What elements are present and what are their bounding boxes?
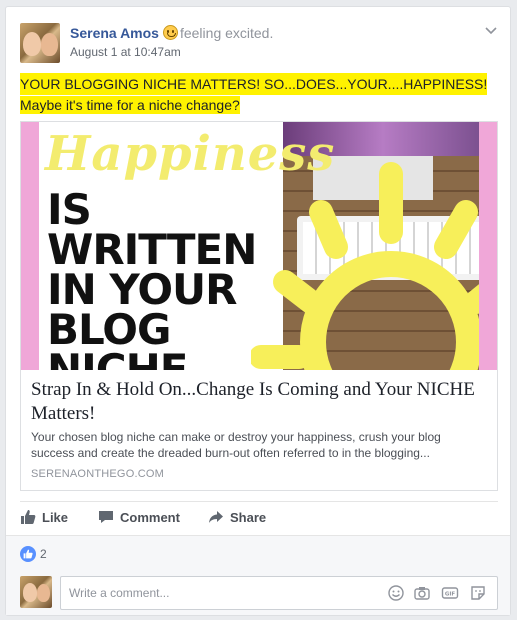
gif-icon[interactable]: GIF (441, 584, 459, 602)
like-reaction-icon (20, 546, 36, 562)
link-description: Your chosen blog niche can make or destr… (31, 430, 441, 460)
comment-label: Comment (120, 510, 180, 525)
action-bar: Like Comment Share (20, 505, 498, 533)
like-count: 2 (40, 547, 47, 561)
comment-input[interactable] (61, 577, 371, 609)
actions-divider (20, 501, 498, 502)
pink-border-left (21, 122, 39, 370)
sun-graphic (251, 162, 497, 370)
like-label: Like (42, 510, 69, 525)
share-label: Share (230, 510, 267, 525)
comment-box[interactable]: GIF (60, 576, 498, 610)
svg-text:GIF: GIF (445, 592, 456, 598)
comment-icon (99, 511, 113, 523)
post-footer: 2 GIF (6, 535, 510, 615)
emoji-icon[interactable] (387, 584, 405, 602)
chevron-down-icon[interactable] (484, 23, 498, 37)
reaction-summary[interactable]: 2 (20, 546, 47, 562)
post-timestamp[interactable]: August 1 at 10:47am (70, 45, 181, 59)
pink-border-right (479, 122, 497, 370)
share-button[interactable]: Share (208, 509, 266, 525)
link-preview[interactable]: Happiness IS WRITTEN IN YOUR BLOG NICHE … (20, 121, 498, 491)
author-name[interactable]: Serena Amos (70, 25, 159, 41)
link-domain: SERENAONTHEGO.COM (31, 468, 164, 480)
link-title[interactable]: Strap In & Hold On...Change Is Coming an… (31, 378, 487, 426)
author-avatar[interactable] (20, 23, 60, 63)
link-preview-image[interactable]: Happiness IS WRITTEN IN YOUR BLOG NICHE (21, 122, 497, 370)
commenter-avatar (20, 576, 52, 608)
like-button[interactable]: Like (20, 509, 68, 525)
share-icon (209, 511, 223, 523)
camera-icon[interactable] (413, 584, 431, 602)
sticker-icon[interactable] (469, 584, 487, 602)
like-icon (21, 510, 36, 524)
feeling-text: feeling excited. (179, 25, 274, 41)
image-script-text: Happiness (45, 126, 336, 182)
post-card: Serena Amos feeling excited. August 1 at … (5, 6, 511, 616)
post-text-line1: YOUR BLOGGING NICHE MATTERS! SO...DOES..… (20, 73, 488, 95)
image-block-text: IS WRITTEN IN YOUR BLOG NICHE (47, 185, 257, 371)
comment-button[interactable]: Comment (98, 509, 180, 525)
feeling-emoji-icon (162, 25, 178, 40)
post-header: Serena Amos feeling excited. (70, 25, 273, 41)
post-text: YOUR BLOGGING NICHE MATTERS! SO...DOES..… (20, 73, 500, 115)
post-text-line2: Maybe it's time for a niche change? (20, 96, 240, 114)
